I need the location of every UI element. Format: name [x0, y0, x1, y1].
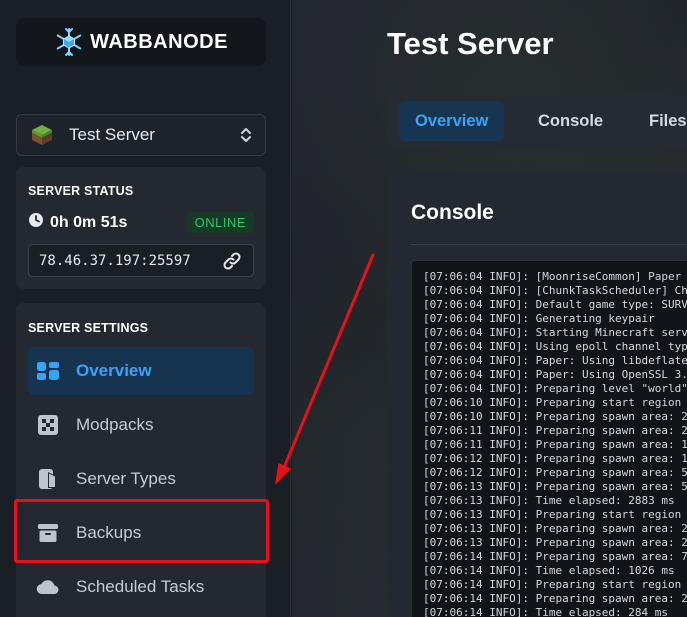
modpacks-icon	[36, 413, 60, 437]
console-log: [07:06:04 INFO]: [MoonriseCommon] Paper[…	[423, 270, 687, 617]
console-line: [07:06:14 INFO]: Time elapsed: 1026 ms	[423, 564, 675, 577]
sidebar-item-label: Overview	[76, 361, 152, 380]
console-line: [07:06:04 INFO]: [MoonriseCommon] Paper	[423, 270, 682, 283]
divider	[411, 244, 687, 245]
console-line: [07:06:04 INFO]: Using epoll channel typ	[423, 340, 687, 353]
console-line: [07:06:10 INFO]: Preparing start region	[423, 396, 682, 409]
console-line: [07:06:04 INFO]: Paper: Using libdeflate	[423, 354, 687, 367]
server-settings-title: SERVER SETTINGS	[28, 321, 149, 335]
server-selector-label: Test Server	[69, 125, 155, 144]
console-line: [07:06:11 INFO]: Preparing spawn area: 2	[423, 424, 687, 437]
console-line: [07:06:04 INFO]: [ChunkTaskScheduler] Ch	[423, 284, 687, 297]
server-status-title: SERVER STATUS	[28, 184, 134, 198]
tab-overview[interactable]: Overview	[399, 101, 505, 141]
brand-name: WABBANODE	[90, 30, 228, 53]
sidebar-item-label: Scheduled Tasks	[76, 577, 205, 596]
copy-link-icon[interactable]	[221, 250, 243, 272]
console-line: [07:06:11 INFO]: Preparing spawn area: 1	[423, 438, 687, 451]
server-address: 78.46.37.197:25597	[39, 252, 191, 269]
console-line: [07:06:04 INFO]: Default game type: SURV	[423, 298, 687, 311]
sidebar-item-label: Server Types	[76, 469, 176, 488]
console-line: [07:06:14 INFO]: Time elapsed: 284 ms	[423, 606, 669, 617]
grass-block-icon	[31, 124, 53, 146]
console-line: [07:06:13 INFO]: Preparing start region	[423, 508, 682, 521]
snowflake-cube-icon	[54, 27, 84, 57]
server-settings-card: SERVER SETTINGS Overview Modpacks Server…	[16, 303, 266, 617]
overview-icon	[36, 359, 60, 383]
sidebar-item-modpacks[interactable]: Modpacks	[28, 401, 254, 449]
server-selector[interactable]: Test Server	[16, 114, 266, 156]
console-line: [07:06:13 INFO]: Preparing spawn area: 5	[423, 480, 687, 493]
console-output[interactable]: [07:06:04 INFO]: [MoonriseCommon] Paper[…	[411, 260, 687, 617]
console-line: [07:06:12 INFO]: Preparing spawn area: 5	[423, 466, 687, 479]
console-title: Console	[411, 201, 494, 224]
page-title: Test Server	[387, 26, 554, 61]
server-status-card: SERVER STATUS 0h 0m 51s ONLINE 78.46.37.…	[16, 167, 266, 289]
console-line: [07:06:13 INFO]: Time elapsed: 2883 ms	[423, 494, 675, 507]
sidebar-item-label: Modpacks	[76, 415, 154, 434]
highlight-box	[14, 499, 269, 563]
uptime: 0h 0m 51s	[28, 212, 127, 233]
tab-console[interactable]: Console	[522, 101, 619, 141]
console-line: [07:06:14 INFO]: Preparing spawn area: 7	[423, 550, 687, 563]
console-line: [07:06:04 INFO]: Preparing level "world"	[423, 382, 687, 395]
console-line: [07:06:10 INFO]: Preparing spawn area: 2	[423, 410, 687, 423]
console-line: [07:06:04 INFO]: Generating keypair	[423, 312, 655, 325]
sidebar-item-overview[interactable]: Overview	[28, 347, 254, 395]
sidebar-item-scheduled-tasks[interactable]: Scheduled Tasks	[28, 563, 254, 611]
chevron-updown-icon	[239, 126, 253, 144]
tab-bar: Overview Console Files	[387, 94, 687, 148]
console-line: [07:06:14 INFO]: Preparing spawn area: 2	[423, 592, 687, 605]
uptime-value: 0h 0m 51s	[50, 213, 128, 231]
cloud-icon	[36, 575, 60, 599]
main-content: Test Server Overview Console Files Conso…	[292, 0, 687, 617]
sidebar-item-server-types[interactable]: Server Types	[28, 455, 254, 503]
console-line: [07:06:04 INFO]: Starting Minecraft serv	[423, 326, 687, 339]
console-line: [07:06:13 INFO]: Preparing spawn area: 2	[423, 522, 687, 535]
brand-logo[interactable]: WABBANODE	[16, 18, 266, 66]
tab-files[interactable]: Files	[633, 101, 687, 141]
console-panel: Console [07:06:04 INFO]: [MoonriseCommon…	[387, 172, 687, 617]
status-badge: ONLINE	[186, 212, 254, 233]
console-line: [07:06:04 INFO]: Paper: Using OpenSSL 3.	[423, 368, 687, 381]
server-address-field[interactable]: 78.46.37.197:25597	[28, 244, 254, 277]
server-types-icon	[36, 467, 60, 491]
console-line: [07:06:12 INFO]: Preparing spawn area: 1	[423, 452, 687, 465]
clock-icon	[28, 212, 44, 233]
console-line: [07:06:13 INFO]: Preparing spawn area: 2	[423, 536, 687, 549]
console-line: [07:06:14 INFO]: Preparing start region	[423, 578, 682, 591]
